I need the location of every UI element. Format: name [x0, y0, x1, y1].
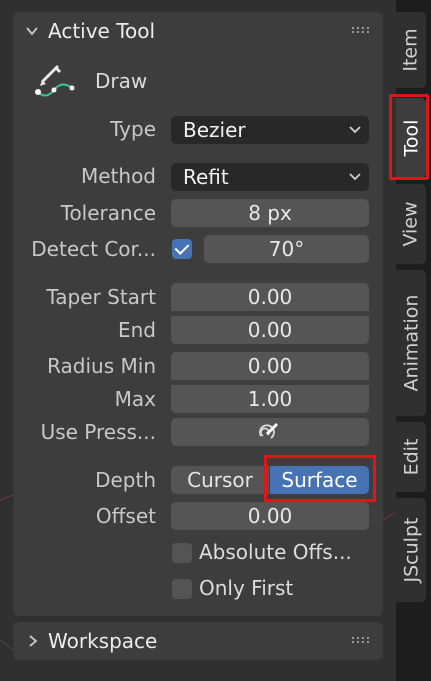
chevron-down-icon — [349, 173, 361, 181]
active-tool-title: Active Tool — [48, 19, 156, 43]
workspace-title: Workspace — [48, 629, 158, 653]
taper-end-label: End — [117, 318, 156, 342]
radius-max-label: Max — [114, 387, 156, 411]
surface-highlight — [264, 455, 376, 502]
tab-jsculpt-label: JSculpt — [400, 517, 423, 583]
tab-animation-label: Animation — [400, 294, 422, 392]
use-pressure-toggle[interactable] — [171, 418, 369, 446]
taper-start-label: Taper Start — [46, 285, 156, 309]
tab-view-label: View — [400, 201, 422, 247]
tool-tab-highlight — [389, 94, 429, 180]
detect-corners-angle-field[interactable]: 70° — [204, 235, 369, 263]
tab-edit-label: Edit — [400, 438, 423, 476]
method-dropdown[interactable]: Refit — [171, 163, 369, 191]
tool-name: Draw — [95, 69, 148, 93]
tolerance-field[interactable]: 8 px — [171, 199, 369, 227]
tab-view[interactable]: View — [396, 184, 426, 264]
draw-tool-icon — [35, 64, 75, 97]
depth-label: Depth — [95, 468, 156, 492]
tab-item[interactable]: Item — [396, 12, 426, 88]
radius-max-field[interactable]: 1.00 — [171, 385, 369, 413]
method-label: Method — [80, 164, 156, 188]
chevron-right-icon — [29, 635, 38, 647]
only-first-checkbox[interactable] — [172, 579, 192, 599]
pressure-icon — [259, 422, 279, 439]
tab-jsculpt[interactable]: JSculpt — [396, 498, 426, 602]
absolute-offset-label: Absolute Offs... — [199, 540, 352, 564]
chevron-down-icon-shape — [26, 27, 38, 36]
chevron-down-icon — [349, 126, 361, 134]
type-value: Bezier — [183, 118, 246, 142]
detect-corners-checkbox[interactable] — [172, 239, 192, 259]
depth-cursor-button[interactable]: Cursor — [171, 466, 269, 494]
drag-grip-icon[interactable] — [352, 27, 370, 37]
tolerance-label: Tolerance — [60, 201, 156, 225]
method-value: Refit — [183, 165, 229, 189]
taper-start-field[interactable]: 0.00 — [171, 283, 369, 311]
offset-field[interactable]: 0.00 — [171, 502, 369, 530]
tab-item-label: Item — [400, 28, 423, 72]
tab-edit[interactable]: Edit — [396, 422, 426, 492]
offset-label: Offset — [95, 504, 156, 528]
tab-animation[interactable]: Animation — [396, 270, 426, 416]
radius-min-label: Radius Min — [47, 354, 156, 378]
only-first-label: Only First — [199, 576, 294, 600]
use-pressure-label: Use Press... — [40, 420, 156, 444]
radius-min-field[interactable]: 0.00 — [171, 352, 369, 380]
type-label: Type — [110, 117, 156, 141]
absolute-offset-checkbox[interactable] — [172, 543, 192, 563]
type-dropdown[interactable]: Bezier — [171, 116, 369, 144]
detect-corners-label: Detect Cor... — [31, 237, 156, 261]
taper-end-field[interactable]: 0.00 — [171, 316, 369, 344]
drag-grip-icon[interactable] — [352, 637, 370, 647]
